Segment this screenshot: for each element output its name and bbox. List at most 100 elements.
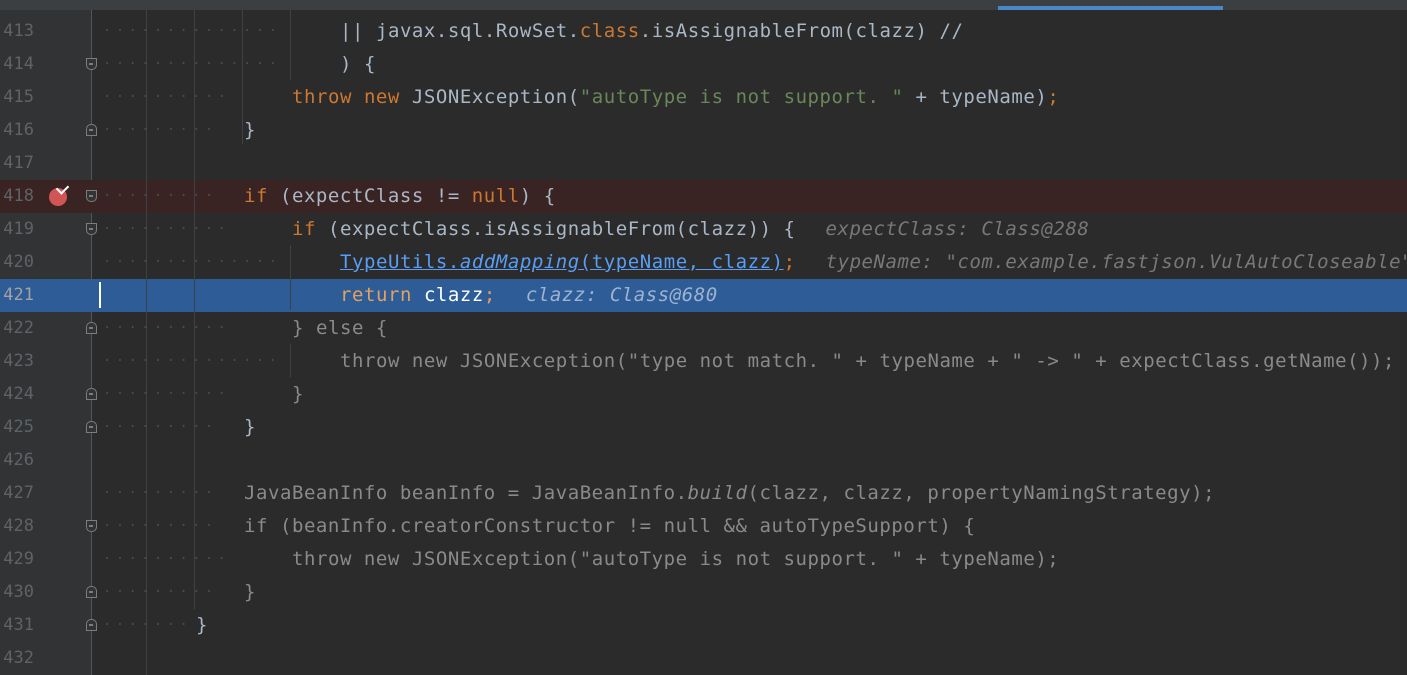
code-line[interactable]: 427 ········· JavaBeanInfo beanInfo = Ja… bbox=[0, 477, 1407, 510]
code-text[interactable]: } bbox=[196, 609, 208, 642]
whitespace-dots: ········· bbox=[103, 584, 218, 600]
whitespace-dots: ·········· bbox=[103, 89, 231, 105]
whitespace-dots: ·········· bbox=[103, 386, 231, 402]
line-number: 422 bbox=[3, 318, 34, 338]
indent-guide bbox=[290, 245, 291, 310]
whitespace-dots: ······· bbox=[103, 617, 193, 633]
line-number: 430 bbox=[3, 582, 34, 602]
whitespace-dots: ·············· bbox=[103, 56, 282, 72]
line-number: 415 bbox=[3, 87, 34, 107]
code-text[interactable]: if (expectClass.isAssignableFrom(clazz))… bbox=[292, 213, 1089, 246]
code-line[interactable]: 432 bbox=[0, 642, 1407, 675]
code-text[interactable]: throw new JSONException("autoType is not… bbox=[292, 81, 1059, 114]
code-line[interactable]: 430 ········· } bbox=[0, 576, 1407, 609]
code-text[interactable]: if (beanInfo.creatorConstructor != null … bbox=[244, 510, 975, 543]
whitespace-dots: ·············· bbox=[103, 23, 282, 39]
code-line-breakpoint[interactable]: 418 ········· if (expectClass != null) { bbox=[0, 180, 1407, 213]
line-number: 432 bbox=[3, 648, 34, 668]
code-link[interactable]: addMapping bbox=[460, 251, 580, 273]
code-text[interactable]: } bbox=[292, 378, 304, 411]
fold-marker-icon[interactable] bbox=[86, 586, 97, 598]
code-link[interactable]: TypeUtils. bbox=[340, 251, 460, 273]
code-line-execution-point[interactable]: 421 return clazz; clazz: Class@680 bbox=[0, 279, 1407, 312]
whitespace-dots: ········· bbox=[103, 122, 218, 138]
code-line[interactable]: 431 ······· } bbox=[0, 609, 1407, 642]
line-number: 413 bbox=[3, 21, 34, 41]
inline-debug-value: typeName: "com.example.fastjson.VulAutoC… bbox=[825, 251, 1407, 273]
code-line[interactable]: 417 bbox=[0, 147, 1407, 180]
indent-guide bbox=[242, 0, 243, 144]
code-text[interactable]: throw new JSONException("type not match.… bbox=[340, 345, 1395, 378]
whitespace-dots: ·········· bbox=[103, 551, 231, 567]
line-number: 431 bbox=[3, 615, 34, 635]
line-number: 419 bbox=[3, 219, 34, 239]
whitespace-dots: ········· bbox=[103, 188, 218, 204]
fold-marker-icon[interactable] bbox=[86, 619, 97, 631]
fold-marker-icon[interactable] bbox=[86, 58, 97, 70]
code-line[interactable]: 419 ·········· if (expectClass.isAssigna… bbox=[0, 213, 1407, 246]
code-line[interactable]: 414 ·············· ) { bbox=[0, 48, 1407, 81]
code-text[interactable]: if (expectClass != null) { bbox=[244, 180, 556, 213]
code-text[interactable]: } bbox=[244, 114, 256, 147]
indent-guide bbox=[290, 0, 291, 80]
indent-guide bbox=[290, 344, 291, 377]
line-number: 428 bbox=[3, 516, 34, 536]
text-caret bbox=[99, 282, 101, 308]
whitespace-dots: ·············· bbox=[103, 254, 282, 270]
whitespace-dots: ········· bbox=[103, 485, 218, 501]
code-text[interactable]: return clazz; clazz: Class@680 bbox=[340, 279, 718, 312]
line-number: 414 bbox=[3, 54, 34, 74]
line-number: 425 bbox=[3, 417, 34, 437]
breakpoint-check-icon[interactable] bbox=[49, 181, 70, 206]
line-number: 421 bbox=[3, 285, 34, 305]
code-text[interactable]: } bbox=[244, 576, 256, 609]
whitespace-dots: ········· bbox=[103, 518, 218, 534]
fold-marker-icon[interactable] bbox=[86, 124, 97, 136]
code-line[interactable]: 426 bbox=[0, 444, 1407, 477]
active-tab-indicator bbox=[998, 6, 1223, 10]
code-line[interactable]: 413 ·············· || javax.sql.RowSet.c… bbox=[0, 15, 1407, 48]
line-number: 416 bbox=[3, 120, 34, 140]
fold-marker-icon[interactable] bbox=[86, 520, 97, 532]
code-line[interactable]: 415 ·········· throw new JSONException("… bbox=[0, 81, 1407, 114]
line-number: 417 bbox=[3, 153, 34, 173]
code-text[interactable]: JavaBeanInfo beanInfo = JavaBeanInfo.bui… bbox=[244, 477, 1215, 510]
line-number: 424 bbox=[3, 384, 34, 404]
line-number: 420 bbox=[3, 252, 34, 272]
inline-debug-value: expectClass: Class@288 bbox=[825, 218, 1090, 240]
indent-guide bbox=[146, 0, 147, 675]
fold-marker-icon[interactable] bbox=[86, 322, 97, 334]
code-line[interactable]: 428 ········· if (beanInfo.creatorConstr… bbox=[0, 510, 1407, 543]
whitespace-dots: ·········· bbox=[103, 320, 231, 336]
indent-guide bbox=[194, 0, 195, 609]
code-text[interactable]: } bbox=[244, 411, 256, 444]
line-number: 427 bbox=[3, 483, 34, 503]
code-text[interactable]: } else { bbox=[292, 312, 388, 345]
code-editor[interactable]: 413 ·············· || javax.sql.RowSet.c… bbox=[0, 0, 1407, 675]
code-line[interactable]: 424 ·········· } bbox=[0, 378, 1407, 411]
editor-tab-strip[interactable] bbox=[0, 0, 1407, 10]
fold-marker-icon[interactable] bbox=[86, 388, 97, 400]
code-line[interactable]: 416 ········· } bbox=[0, 114, 1407, 147]
code-text[interactable]: || javax.sql.RowSet.class.isAssignableFr… bbox=[340, 15, 963, 48]
code-line[interactable]: 422 ·········· } else { bbox=[0, 312, 1407, 345]
whitespace-dots: ·············· bbox=[103, 353, 282, 369]
code-text[interactable]: TypeUtils.addMapping(typeName, clazz); ty… bbox=[340, 246, 1407, 279]
code-link[interactable]: (typeName, clazz) bbox=[580, 251, 784, 273]
line-number: 426 bbox=[3, 450, 34, 470]
code-line[interactable]: 425 ········· } bbox=[0, 411, 1407, 444]
whitespace-dots: ·········· bbox=[103, 221, 231, 237]
code-line[interactable]: 423 ·············· throw new JSONExcepti… bbox=[0, 345, 1407, 378]
line-number: 429 bbox=[3, 549, 34, 569]
whitespace-dots: ········· bbox=[103, 419, 218, 435]
line-number: 423 bbox=[3, 351, 34, 371]
fold-marker-icon[interactable] bbox=[86, 190, 97, 202]
code-line[interactable]: 429 ·········· throw new JSONException("… bbox=[0, 543, 1407, 576]
code-text[interactable]: throw new JSONException("autoType is not… bbox=[292, 543, 1059, 576]
fold-marker-icon[interactable] bbox=[86, 421, 97, 433]
inline-debug-value: clazz: Class@680 bbox=[525, 284, 718, 306]
code-text[interactable]: ) { bbox=[340, 48, 376, 81]
code-line[interactable]: 420 ·············· TypeUtils.addMapping(… bbox=[0, 246, 1407, 279]
line-number: 418 bbox=[3, 186, 34, 206]
fold-marker-icon[interactable] bbox=[86, 223, 97, 235]
